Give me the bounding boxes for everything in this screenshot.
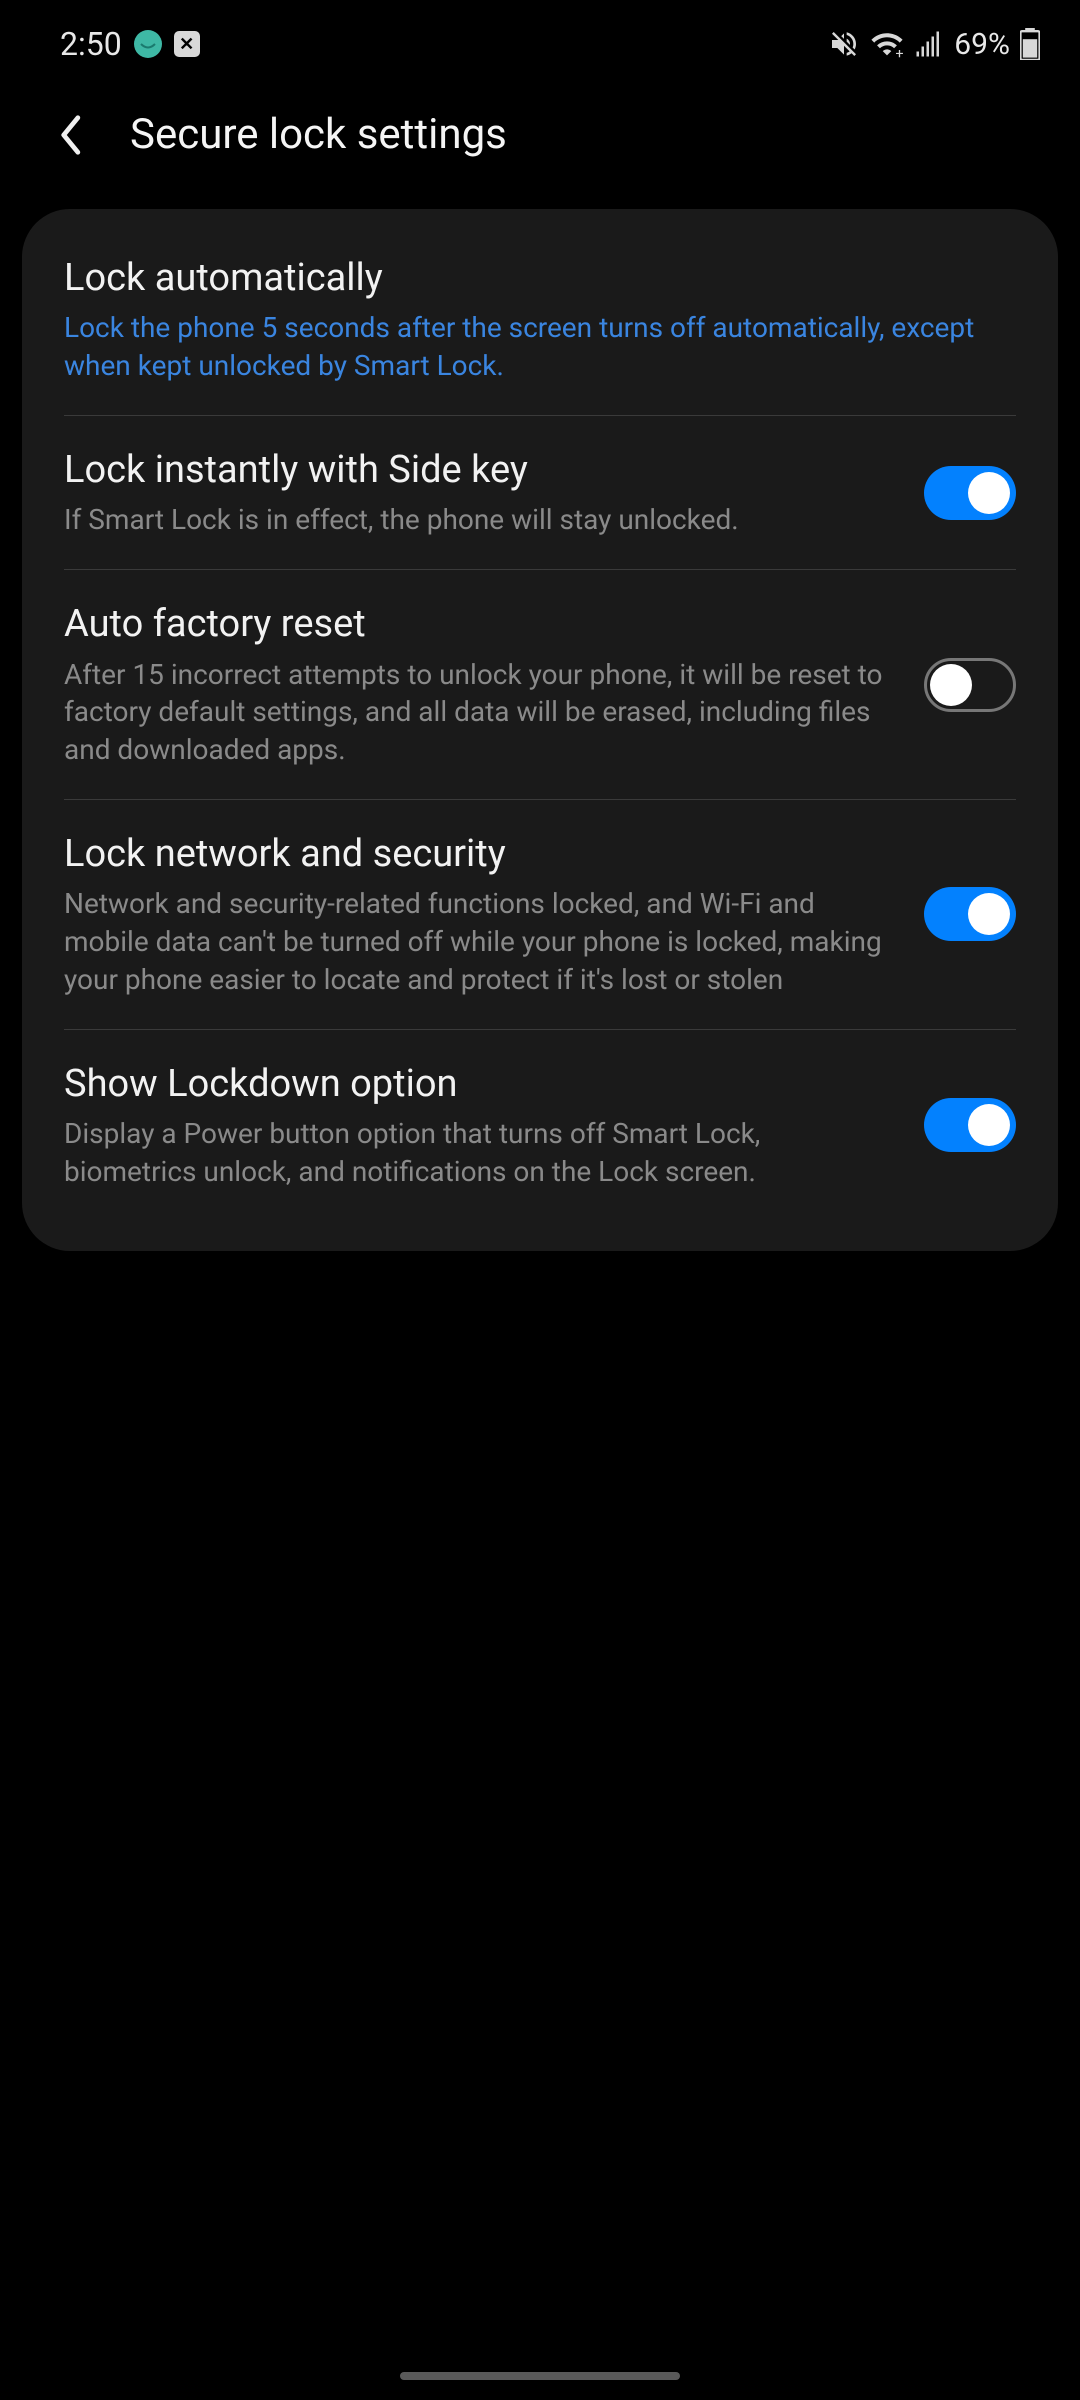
setting-lock-automatically[interactable]: Lock automatically Lock the phone 5 seco… [22, 224, 1058, 415]
setting-text-block: Lock automatically Lock the phone 5 seco… [64, 254, 1016, 385]
setting-auto-factory-reset[interactable]: Auto factory reset After 15 incorrect at… [22, 570, 1058, 799]
battery-percent: 69% [954, 27, 1010, 62]
page-title: Secure lock settings [130, 110, 507, 159]
app-bar: Secure lock settings [0, 80, 1080, 209]
signal-icon [914, 29, 944, 59]
setting-text-block: Auto factory reset After 15 incorrect at… [64, 600, 896, 769]
back-button[interactable] [50, 115, 90, 155]
toggle-auto-factory-reset[interactable] [924, 658, 1016, 712]
toggle-lock-side-key[interactable] [924, 466, 1016, 520]
settings-panel: Lock automatically Lock the phone 5 seco… [22, 209, 1058, 1251]
setting-title: Auto factory reset [64, 600, 896, 649]
status-left: 2:50 ✕ [60, 25, 200, 63]
status-bar: 2:50 ✕ + 69% [0, 0, 1080, 80]
notification-icon-1 [134, 30, 162, 58]
toggle-lock-network-security[interactable] [924, 887, 1016, 941]
setting-subtitle: If Smart Lock is in effect, the phone wi… [64, 501, 896, 539]
setting-subtitle: Network and security-related functions l… [64, 885, 896, 998]
setting-subtitle: Lock the phone 5 seconds after the scree… [64, 309, 1016, 385]
mute-vibrate-icon [828, 28, 860, 60]
svg-text:+: + [896, 46, 904, 61]
status-time: 2:50 [60, 25, 122, 63]
setting-subtitle: After 15 incorrect attempts to unlock yo… [64, 656, 896, 769]
status-right: + 69% [828, 27, 1040, 62]
setting-show-lockdown[interactable]: Show Lockdown option Display a Power but… [22, 1030, 1058, 1221]
notification-icon-2: ✕ [174, 31, 200, 57]
home-indicator[interactable] [400, 2372, 680, 2380]
battery-icon [1020, 28, 1040, 60]
setting-text-block: Lock network and security Network and se… [64, 830, 896, 999]
wifi-icon: + [870, 27, 904, 61]
setting-title: Lock instantly with Side key [64, 446, 896, 495]
setting-title: Show Lockdown option [64, 1060, 896, 1109]
setting-subtitle: Display a Power button option that turns… [64, 1115, 896, 1191]
setting-title: Lock automatically [64, 254, 1016, 303]
setting-text-block: Lock instantly with Side key If Smart Lo… [64, 446, 896, 539]
setting-lock-side-key[interactable]: Lock instantly with Side key If Smart Lo… [22, 416, 1058, 569]
setting-lock-network-security[interactable]: Lock network and security Network and se… [22, 800, 1058, 1029]
setting-text-block: Show Lockdown option Display a Power but… [64, 1060, 896, 1191]
setting-title: Lock network and security [64, 830, 896, 879]
toggle-show-lockdown[interactable] [924, 1098, 1016, 1152]
